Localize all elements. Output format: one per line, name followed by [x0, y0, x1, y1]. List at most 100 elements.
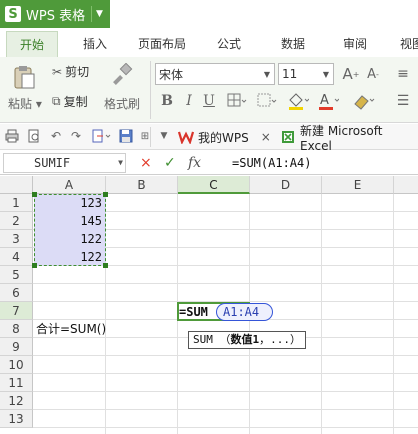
- underline-button[interactable]: U: [200, 91, 218, 111]
- insert-function-button[interactable]: fx: [188, 153, 201, 173]
- cancel-icon[interactable]: ×: [140, 153, 152, 173]
- row-header[interactable]: 13: [0, 410, 33, 428]
- font-shrink-button[interactable]: A-: [364, 64, 382, 84]
- gridline: [33, 373, 418, 374]
- undo-icon[interactable]: ↶: [48, 128, 64, 144]
- row-header[interactable]: 7: [0, 302, 33, 320]
- tab-home[interactable]: 开始: [6, 31, 58, 57]
- fill-color-button[interactable]: [286, 91, 310, 111]
- row-header[interactable]: 10: [0, 356, 33, 374]
- cell-a3[interactable]: 122: [34, 230, 102, 248]
- app-name: WPS 表格: [26, 8, 86, 24]
- row-header[interactable]: 2: [0, 212, 33, 230]
- borders-icon: [227, 93, 247, 107]
- doc-tab-excel-label: 新建 Microsoft Excel: [300, 123, 383, 153]
- cut-button[interactable]: ✂ 剪切: [52, 63, 89, 80]
- row-header[interactable]: 4: [0, 248, 33, 266]
- column-header-a[interactable]: A: [33, 176, 106, 194]
- clear-format-button[interactable]: [350, 91, 376, 111]
- align-left-icon[interactable]: ☰: [394, 91, 412, 111]
- row-header[interactable]: 9: [0, 338, 33, 356]
- column-header-f[interactable]: [394, 176, 418, 194]
- font-grow-button[interactable]: A +: [342, 64, 360, 84]
- font-name-value: 宋体: [159, 67, 184, 82]
- tab-formulas[interactable]: 公式: [204, 31, 254, 57]
- tab-review[interactable]: 审阅: [330, 31, 380, 57]
- tooltip-open-paren: （: [219, 333, 231, 346]
- font-name-select[interactable]: 宋体 ▼: [155, 63, 275, 85]
- font-size-select[interactable]: 11 ▼: [278, 63, 334, 85]
- doc-tab-mywps[interactable]: 我的WPS ×: [178, 126, 271, 148]
- cell-a1[interactable]: 123: [34, 194, 102, 212]
- row-header[interactable]: 11: [0, 374, 33, 392]
- gridline: [33, 391, 418, 392]
- column-header-d[interactable]: D: [250, 176, 322, 194]
- copy-icon: ⧉: [52, 94, 61, 108]
- print-icon[interactable]: [4, 128, 20, 144]
- copy-label: 复制: [63, 95, 88, 109]
- borders-button[interactable]: [224, 91, 250, 111]
- tab-data[interactable]: 数据: [268, 31, 318, 57]
- wps-w-icon: [178, 131, 194, 144]
- name-box-value: SUMIF: [34, 156, 71, 170]
- row-header[interactable]: 6: [0, 284, 33, 302]
- app-menu-button[interactable]: S WPS 表格 ▼: [0, 0, 110, 28]
- tab-page-layout[interactable]: 页面布局: [130, 31, 194, 57]
- select-all-corner[interactable]: [0, 176, 33, 194]
- cell-a2[interactable]: 145: [34, 212, 102, 230]
- paste-button[interactable]: 粘贴 ▾: [8, 95, 42, 112]
- row-header[interactable]: 8: [0, 320, 33, 338]
- tab-view[interactable]: 视图: [392, 31, 418, 57]
- svg-text:A: A: [320, 93, 329, 108]
- range-handle[interactable]: [103, 192, 108, 197]
- print-preview-icon[interactable]: [26, 128, 42, 144]
- copy-button[interactable]: ⧉ 复制: [52, 93, 88, 110]
- scissors-icon: ✂: [52, 64, 63, 79]
- font-color-button[interactable]: A: [316, 91, 340, 111]
- gridline: [33, 409, 418, 410]
- align-icon[interactable]: ≡: [394, 64, 412, 84]
- ribbon-tabs: 开始 插入 页面布局 公式 数据 审阅 视图: [0, 31, 418, 57]
- chevron-down-icon: ▼: [322, 69, 330, 79]
- name-box[interactable]: SUMIF ▼: [3, 153, 126, 173]
- export-icon[interactable]: [90, 128, 114, 144]
- spreadsheet-grid[interactable]: A B C D E 1 2 3 4 5 6 7 8 9 10 11 12 13 …: [0, 176, 418, 434]
- tab-insert[interactable]: 插入: [70, 31, 120, 57]
- column-header-b[interactable]: B: [106, 176, 178, 194]
- doc-tab-excel[interactable]: 新建 Microsoft Excel: [280, 124, 418, 153]
- column-header-e[interactable]: E: [322, 176, 394, 194]
- app-menu-caret-icon[interactable]: ▼: [91, 6, 107, 22]
- wps-logo-icon: S: [5, 6, 21, 22]
- formula-input[interactable]: =SUM(A1:A4): [232, 153, 311, 173]
- cell-a4[interactable]: 122: [34, 248, 102, 266]
- paste-label: 粘贴: [8, 97, 33, 111]
- cell-edit-reference: A1:A4: [223, 305, 260, 319]
- paste-icon[interactable]: [10, 63, 38, 91]
- formula-bar: SUMIF ▼ × ✓ fx =SUM(A1:A4): [0, 151, 418, 175]
- confirm-icon[interactable]: ✓: [164, 153, 176, 173]
- gridline: [321, 194, 322, 434]
- font-size-value: 11: [282, 67, 298, 81]
- row-header[interactable]: 1: [0, 194, 33, 212]
- chevron-down-icon[interactable]: ▼: [156, 128, 172, 144]
- range-handle[interactable]: [103, 263, 108, 268]
- chevron-down-icon: ▼: [263, 69, 271, 79]
- spreadsheet-icon: [282, 131, 294, 143]
- title-bar: S WPS 表格 ▼: [0, 0, 418, 28]
- merge-button[interactable]: [254, 91, 280, 111]
- column-header-c[interactable]: C: [178, 176, 250, 194]
- format-painter-icon[interactable]: [110, 62, 134, 87]
- cell-a8[interactable]: 合计=SUM(): [36, 320, 106, 338]
- format-painter-label[interactable]: 格式刷: [104, 95, 140, 112]
- row-header[interactable]: 12: [0, 392, 33, 410]
- save-icon[interactable]: [118, 128, 134, 144]
- italic-button[interactable]: I: [180, 91, 198, 111]
- row-header[interactable]: 3: [0, 230, 33, 248]
- font-grow-label: A: [342, 65, 353, 83]
- row-header[interactable]: 5: [0, 266, 33, 284]
- close-icon[interactable]: ×: [261, 130, 271, 144]
- redo-icon[interactable]: ↷: [68, 128, 84, 144]
- chevron-down-icon[interactable]: ▼: [118, 154, 123, 172]
- merge-cells-icon: [257, 93, 277, 107]
- bold-button[interactable]: B: [158, 91, 176, 111]
